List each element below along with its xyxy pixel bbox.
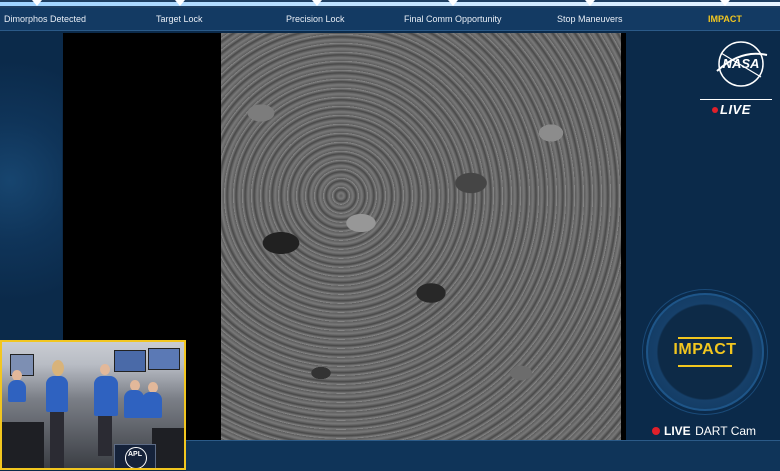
- control-desk: [2, 422, 44, 468]
- milestone-marker: [448, 0, 458, 6]
- apl-sign: APL: [114, 444, 156, 468]
- control-room-screen: [114, 350, 146, 372]
- impact-badge-label: IMPACT: [673, 341, 737, 358]
- live-dot-icon: [712, 107, 718, 113]
- impact-rule: [678, 337, 732, 339]
- bottom-info-strip: [186, 440, 780, 471]
- impact-badge: IMPACT: [646, 293, 764, 411]
- team-member: [142, 392, 162, 418]
- milestone-impact: IMPACT: [708, 14, 742, 24]
- mission-progress-bar: [0, 0, 780, 8]
- live-label: LIVE: [720, 102, 751, 117]
- team-member: [94, 376, 118, 416]
- person-head: [52, 360, 64, 376]
- nasa-logo-text: NASA: [723, 56, 760, 71]
- live-dot-icon: [652, 426, 660, 435]
- milestone-marker: [32, 0, 42, 6]
- milestone-precision-lock: Precision Lock: [286, 14, 345, 24]
- team-member: [124, 390, 144, 418]
- nasa-meatball-icon: NASA: [716, 41, 768, 87]
- left-decor-panel: [0, 31, 62, 336]
- mission-control-pip: APL: [0, 340, 186, 470]
- milestone-marker: [312, 0, 322, 6]
- live-indicator: LIVE: [700, 99, 772, 120]
- apl-sign-text: APL: [128, 451, 142, 458]
- team-member-legs: [50, 412, 64, 468]
- milestone-timeline: Dimorphos Detected Target Lock Precision…: [0, 8, 780, 31]
- milestone-final-comm-opportunity: Final Comm Opportunity: [404, 14, 502, 24]
- control-desk: [152, 428, 184, 468]
- milestone-marker: [175, 0, 185, 6]
- milestone-dimorphos-detected: Dimorphos Detected: [4, 14, 87, 24]
- live-dart-cam-label: LIVE DART Cam: [652, 422, 756, 438]
- person-head: [100, 364, 110, 375]
- asteroid-surface-image: [221, 33, 621, 440]
- milestone-marker: [585, 0, 595, 6]
- team-member: [46, 376, 68, 412]
- control-room-screen: [148, 348, 180, 370]
- live-cam-live-text: LIVE: [664, 423, 691, 438]
- live-cam-name: DART Cam: [695, 423, 757, 438]
- mission-progress-fill: [0, 2, 780, 6]
- milestone-target-lock: Target Lock: [156, 14, 203, 24]
- milestone-marker: [720, 0, 730, 6]
- impact-rule: [678, 365, 732, 367]
- milestone-stop-maneuvers: Stop Maneuvers: [557, 14, 623, 24]
- team-member-legs: [98, 416, 112, 456]
- team-member: [8, 380, 26, 402]
